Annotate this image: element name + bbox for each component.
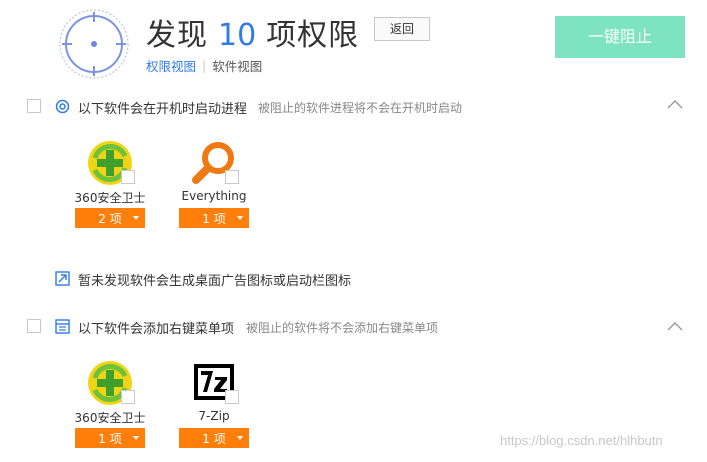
app-name: 360安全卫士 <box>74 191 146 205</box>
caret-down-icon <box>133 436 139 440</box>
tab-separator: | <box>202 58 207 73</box>
permission-count: 10 <box>218 18 257 53</box>
back-button[interactable]: 返回 <box>374 17 430 41</box>
app-checkbox[interactable] <box>225 390 239 404</box>
section-startup-desc: 被阻止的软件进程将不会在开机时启动 <box>258 101 463 115</box>
section-startup-header: 以下软件会在开机时启动进程 被阻止的软件进程将不会在开机时启动 <box>0 95 707 117</box>
app-checkbox[interactable] <box>121 390 135 404</box>
chevron-up-icon[interactable] <box>667 320 683 332</box>
title-suffix: 项权限 <box>266 18 360 53</box>
app-name: Everything <box>181 189 247 203</box>
caret-down-icon <box>133 216 139 220</box>
view-tabs: 权限视图 | 软件视图 <box>146 56 262 75</box>
watermark: https://blog.csdn.net/hlhbutn <box>500 433 663 448</box>
radar-icon <box>59 9 129 79</box>
app-name: 7-Zip <box>198 409 230 423</box>
dropdown-label: 1 项 <box>98 431 122 446</box>
app-checkbox[interactable] <box>121 170 135 184</box>
power-icon <box>55 99 70 114</box>
caret-down-icon <box>237 436 243 440</box>
dropdown-label: 2 项 <box>98 211 122 226</box>
section-context-menu-desc: 被阻止的软件将不会添加右键菜单项 <box>246 321 439 335</box>
permission-count-dropdown[interactable]: 1 项 <box>75 428 145 448</box>
app-checkbox[interactable] <box>225 170 239 184</box>
section-desktop-ads: 暂未发现软件会生成桌面广告图标或启动栏图标 <box>0 267 707 289</box>
section-startup-checkbox[interactable] <box>27 99 41 113</box>
permission-count-dropdown[interactable]: 2 项 <box>75 208 145 228</box>
desktop-icon <box>55 271 70 286</box>
section-startup-title: 以下软件会在开机时启动进程 <box>78 102 248 117</box>
menu-icon <box>55 319 70 334</box>
chevron-up-icon[interactable] <box>667 98 683 110</box>
app-name: 360安全卫士 <box>74 411 146 425</box>
dropdown-label: 1 项 <box>202 431 226 446</box>
title-prefix: 发现 <box>146 18 208 53</box>
permission-count-dropdown[interactable]: 1 项 <box>179 208 249 228</box>
section-context-menu-header: 以下软件会添加右键菜单项 被阻止的软件将不会添加右键菜单项 <box>0 315 707 337</box>
dropdown-label: 1 项 <box>202 211 226 226</box>
permission-count-dropdown[interactable]: 1 项 <box>179 428 249 448</box>
block-all-button[interactable]: 一键阻止 <box>555 16 685 58</box>
section-context-menu-checkbox[interactable] <box>27 319 41 333</box>
tab-permission-view[interactable]: 权限视图 <box>146 56 196 75</box>
page-title: 发现 10 项权限 <box>146 10 359 54</box>
section-desktop-ads-title: 暂未发现软件会生成桌面广告图标或启动栏图标 <box>78 274 352 289</box>
caret-down-icon <box>237 216 243 220</box>
section-context-menu-title: 以下软件会添加右键菜单项 <box>78 322 235 337</box>
tab-software-view[interactable]: 软件视图 <box>212 56 262 75</box>
header: 发现 10 项权限 返回 权限视图 | 软件视图 一键阻止 <box>0 0 707 95</box>
